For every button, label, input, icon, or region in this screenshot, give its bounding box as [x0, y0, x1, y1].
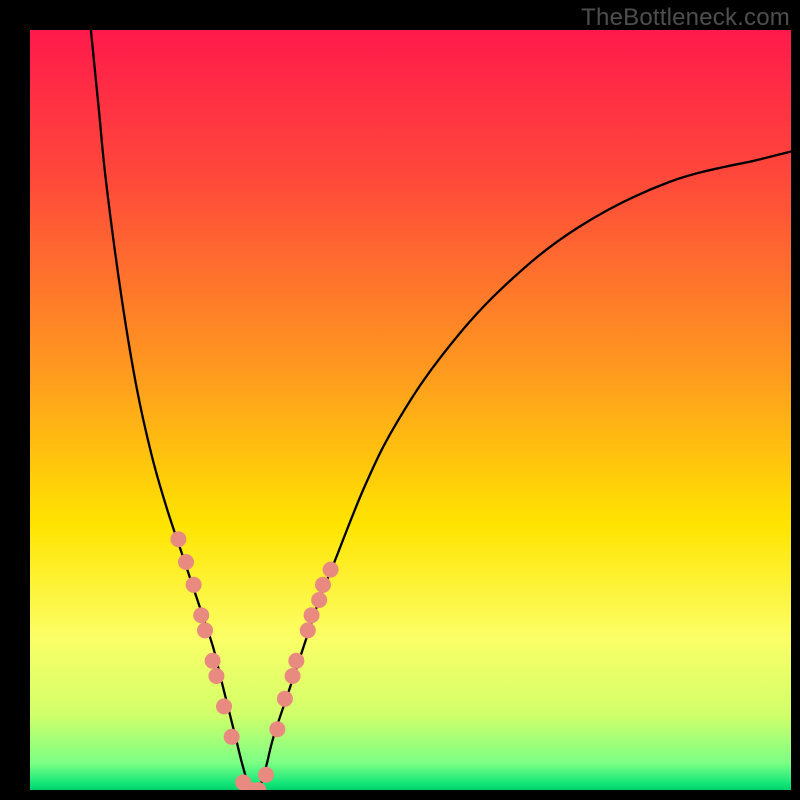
data-marker [197, 622, 213, 638]
data-marker [304, 607, 320, 623]
data-marker [224, 729, 240, 745]
data-marker [285, 668, 301, 684]
data-marker [186, 577, 202, 593]
chart-background-gradient [30, 30, 791, 790]
chart-frame: TheBottleneck.com [0, 0, 800, 800]
bottleneck-chart [0, 0, 800, 800]
watermark-text: TheBottleneck.com [581, 4, 790, 32]
data-marker [170, 531, 186, 547]
data-marker [208, 668, 224, 684]
data-marker [300, 622, 316, 638]
data-marker [178, 554, 194, 570]
data-marker [193, 607, 209, 623]
data-marker [277, 691, 293, 707]
data-marker [258, 767, 274, 783]
data-marker [205, 653, 221, 669]
data-marker [269, 721, 285, 737]
data-marker [315, 577, 331, 593]
data-marker [250, 782, 266, 798]
data-marker [216, 698, 232, 714]
data-marker [323, 562, 339, 578]
data-marker [288, 653, 304, 669]
data-marker [311, 592, 327, 608]
